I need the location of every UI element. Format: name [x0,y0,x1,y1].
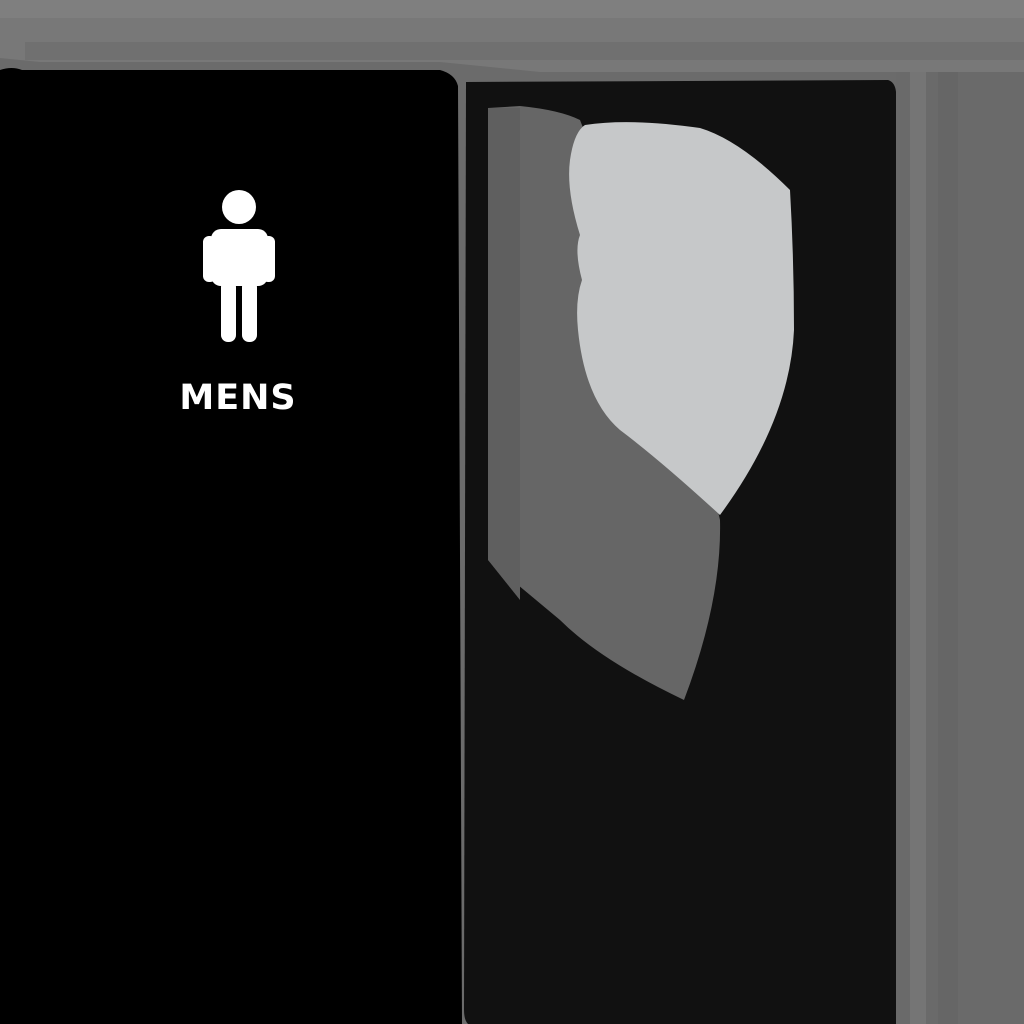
right-frame-highlight [910,72,926,1024]
frame-bevel [25,42,1024,60]
game-viewport: MENS [0,0,1024,1024]
restroom-sign-label: MENS [179,378,297,418]
bathroom-scene [0,0,1024,1024]
ceiling-edge [0,0,1024,18]
reflection-edge [488,108,520,600]
right-frame-shadow [938,72,958,1024]
